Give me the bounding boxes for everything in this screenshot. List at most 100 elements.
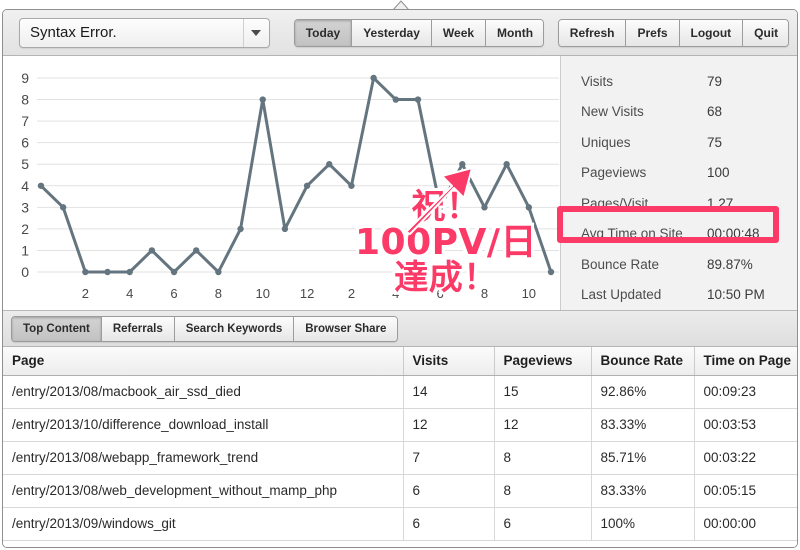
action-button-group: Refresh Prefs Logout Quit (557, 18, 789, 47)
cell-page: /entry/2013/08/webapp_framework_trend (3, 441, 404, 475)
cell-bounce-rate: 92.86% (591, 375, 695, 409)
stat-value: 10:50 PM (707, 287, 765, 303)
refresh-button[interactable]: Refresh (558, 19, 627, 46)
cell-page: /entry/2013/09/windows_git (3, 507, 404, 541)
table-row[interactable]: /entry/2013/08/webapp_framework_trend 7 … (3, 441, 797, 475)
stat-row-visits: Visits 79 (561, 66, 797, 97)
stat-value: 1.27 (707, 195, 734, 211)
cell-bounce-rate: 100% (591, 507, 695, 541)
logout-button[interactable]: Logout (679, 19, 744, 46)
report-tabs: Top Content Referrals Search Keywords Br… (11, 315, 399, 342)
svg-text:1: 1 (21, 242, 29, 258)
stat-label: Last Updated (581, 287, 662, 303)
tab-search-keywords[interactable]: Search Keywords (174, 316, 295, 341)
overview-section: 0 1 2 3 4 5 6 7 8 9 2 4 6 8 10 12 2 4 6 8 10 Visits 79 New V… (3, 56, 797, 311)
svg-text:10: 10 (522, 286, 536, 301)
svg-text:6: 6 (170, 286, 177, 301)
column-header-page[interactable]: Page (3, 347, 404, 376)
prefs-button[interactable]: Prefs (626, 19, 680, 46)
svg-text:12: 12 (300, 286, 314, 301)
svg-text:4: 4 (392, 286, 399, 301)
visits-chart-svg: 01234567892 4 6 8 10 12 2 4 6 8 10 (21, 70, 559, 301)
stat-value: 100 (707, 165, 730, 181)
cell-time-on-page: 00:03:53 (694, 408, 797, 442)
stat-label: Uniques (581, 134, 631, 150)
top-content-table: Page Visits Pageviews Bounce Rate Time o… (3, 347, 797, 541)
stat-row-pageviews: Pageviews 100 (561, 158, 797, 189)
tab-browser-share[interactable]: Browser Share (294, 316, 398, 341)
stat-label: Avg Time on Site (581, 226, 683, 242)
stat-label: Pageviews (581, 165, 647, 181)
visits-chart: 0 1 2 3 4 5 6 7 8 9 2 4 6 8 10 12 2 4 6 8 10 (3, 56, 561, 310)
column-header-visits[interactable]: Visits (403, 347, 495, 376)
stat-row-avg-time-on-site: Avg Time on Site 00:00:48 (561, 219, 797, 250)
cell-visits: 14 (403, 375, 495, 409)
stat-label: New Visits (581, 104, 644, 120)
cell-bounce-rate: 83.33% (591, 408, 695, 442)
cell-visits: 6 (403, 507, 495, 541)
cell-time-on-page: 00:05:15 (694, 474, 797, 508)
table-row[interactable]: /entry/2013/08/macbook_air_ssd_died 14 1… (3, 375, 797, 409)
site-selector[interactable]: Syntax Error. (19, 17, 270, 48)
cell-visits: 12 (403, 408, 495, 442)
stat-row-uniques: Uniques 75 (561, 127, 797, 158)
stat-value: 68 (707, 104, 723, 120)
cell-time-on-page: 00:09:23 (694, 375, 797, 409)
svg-text:7: 7 (21, 113, 29, 129)
column-header-pageviews[interactable]: Pageviews (494, 347, 592, 376)
svg-text:4: 4 (21, 178, 29, 194)
cell-visits: 6 (403, 474, 495, 508)
table-row[interactable]: /entry/2013/08/web_development_without_m… (3, 474, 797, 508)
cell-visits: 7 (403, 441, 495, 475)
svg-text:6: 6 (21, 135, 29, 151)
chevron-down-icon[interactable] (242, 18, 269, 47)
range-button-week[interactable]: Week (431, 19, 487, 46)
cell-bounce-rate: 83.33% (591, 474, 695, 508)
stat-row-new-visits: New Visits 68 (561, 97, 797, 128)
quit-button[interactable]: Quit (743, 19, 788, 46)
cell-page: /entry/2013/08/macbook_air_ssd_died (3, 375, 404, 409)
range-button-yesterday[interactable]: Yesterday (352, 19, 432, 46)
tab-bar: Top Content Referrals Search Keywords Br… (3, 311, 797, 347)
column-header-time-on-page[interactable]: Time on Page (694, 347, 797, 376)
cell-pageviews: 15 (494, 375, 592, 409)
range-button-month[interactable]: Month (486, 19, 543, 46)
cell-pageviews: 12 (494, 408, 592, 442)
site-selector-value: Syntax Error. (30, 24, 117, 41)
svg-text:0: 0 (21, 264, 29, 280)
top-content-table-wrap: Page Visits Pageviews Bounce Rate Time o… (3, 347, 797, 547)
cell-pageviews: 8 (494, 441, 592, 475)
range-button-today[interactable]: Today (294, 19, 353, 46)
stat-value: 00:00:48 (707, 226, 760, 242)
app-root: Syntax Error. Today Yesterday Week Month… (0, 0, 800, 550)
svg-text:8: 8 (21, 92, 29, 108)
stat-row-last-updated: Last Updated 10:50 PM (561, 280, 797, 311)
tab-referrals[interactable]: Referrals (101, 316, 175, 341)
cell-page: /entry/2013/08/web_development_without_m… (3, 474, 404, 508)
svg-text:6: 6 (437, 286, 444, 301)
tab-top-content[interactable]: Top Content (12, 316, 102, 341)
cell-pageviews: 8 (494, 474, 592, 508)
stat-row-bounce-rate: Bounce Rate 89.87% (561, 249, 797, 280)
cell-pageviews: 6 (494, 507, 592, 541)
stat-label: Bounce Rate (581, 256, 660, 272)
svg-text:2: 2 (21, 221, 29, 237)
cell-bounce-rate: 85.71% (591, 441, 695, 475)
table-row[interactable]: /entry/2013/10/difference_download_insta… (3, 408, 797, 442)
stat-row-pages-per-visit: Pages/Visit 1.27 (561, 188, 797, 219)
stat-value: 89.87% (707, 256, 753, 272)
svg-text:8: 8 (481, 286, 488, 301)
svg-text:2: 2 (82, 286, 89, 301)
cell-time-on-page: 00:03:22 (694, 441, 797, 475)
toolbar: Syntax Error. Today Yesterday Week Month… (3, 10, 797, 56)
svg-text:5: 5 (21, 156, 29, 172)
stats-panel: Visits 79 New Visits 68 Uniques 75 Pagev… (557, 56, 797, 311)
table-row[interactable]: /entry/2013/09/windows_git 6 6 100% 00:0… (3, 507, 797, 541)
stat-value: 75 (707, 134, 723, 150)
date-range-segmented-control: Today Yesterday Week Month (293, 18, 544, 47)
cell-page: /entry/2013/10/difference_download_insta… (3, 408, 404, 442)
svg-text:10: 10 (256, 286, 270, 301)
svg-text:4: 4 (126, 286, 133, 301)
column-header-bounce-rate[interactable]: Bounce Rate (591, 347, 695, 376)
svg-text:3: 3 (21, 199, 29, 215)
